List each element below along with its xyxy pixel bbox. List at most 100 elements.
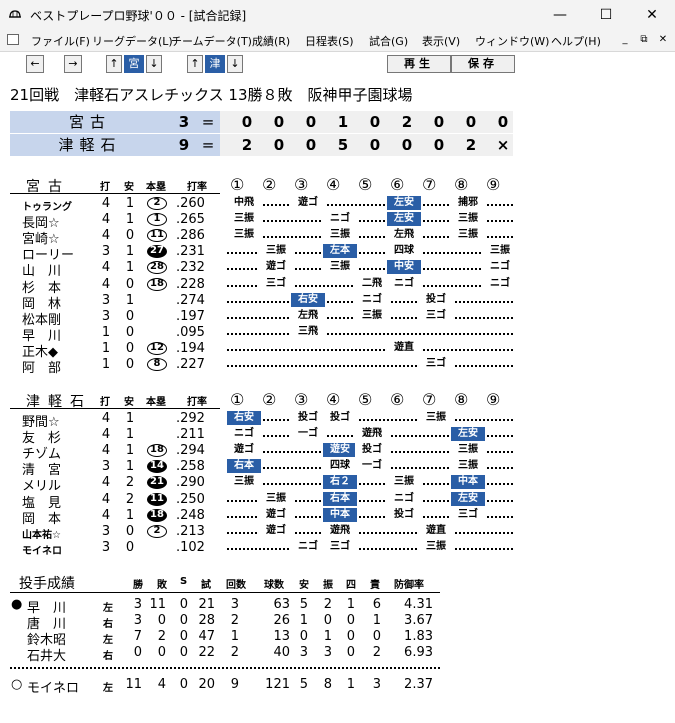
team1-up-button[interactable]: ↑ (106, 55, 122, 73)
at-bat-result: 三飛 (291, 324, 325, 339)
team2-down-button[interactable]: ↓ (227, 55, 243, 73)
at-bat-result: 三ゴ (451, 507, 485, 522)
inning-number: ⑧ (454, 175, 469, 194)
player-at-bats: 3 (101, 244, 111, 260)
document-icon[interactable] (7, 34, 19, 45)
player-hits: 1 (125, 212, 135, 228)
player-name: 阿 部 (22, 361, 62, 376)
baseball-cap-icon (9, 10, 21, 18)
player-hits: 0 (125, 340, 135, 356)
header-at-bats: 打 (100, 182, 110, 193)
pitching-header: 振 (323, 580, 333, 591)
menu-schedule[interactable]: 日程表(S) (305, 33, 354, 49)
inning-score: 1 (337, 113, 349, 131)
player-home-runs: 18 (147, 508, 167, 522)
next-game-button[interactable]: → (64, 55, 82, 73)
at-bat-result: 左安 (387, 196, 421, 210)
at-bat-result: 三ゴ (323, 539, 357, 554)
player-row: 松本剛 3 0.197 左飛 三振 三ゴ (0, 308, 675, 328)
at-bat-result: 投ゴ (355, 443, 389, 458)
player-hits: 1 (125, 244, 135, 260)
player-row: 岡 本 4 1 18.248 遊ゴ 中本 投ゴ 三ゴ (0, 507, 675, 527)
at-bat-result: 遊ゴ (259, 260, 293, 275)
scoreboard-team-name: 宮古 (68, 113, 111, 131)
inning-score: 5 (337, 136, 349, 154)
at-bat-result: 三ゴ (419, 357, 453, 371)
team1-select-button[interactable]: 宮 (124, 55, 144, 73)
player-at-bats: 4 (101, 411, 111, 426)
header-divider (10, 193, 220, 194)
player-hits: 2 (125, 475, 135, 491)
player-home-runs: 18 (147, 277, 167, 291)
play-button[interactable]: 再生 (387, 55, 451, 73)
at-bat-result: 三振 (323, 228, 357, 243)
at-bat-result: 三振 (323, 260, 357, 275)
player-at-bats: 3 (101, 523, 111, 539)
scoreboard-equals: = (201, 136, 215, 154)
inning-number: ① (230, 390, 245, 409)
player-at-bats: 4 (101, 491, 111, 507)
player-at-bats: 4 (101, 475, 111, 491)
menu-view[interactable]: 表示(V) (422, 33, 460, 49)
save-button[interactable]: 保存 (451, 55, 515, 73)
player-home-runs: 2 (147, 524, 167, 538)
at-bat-result: 捕邪 (451, 196, 485, 210)
player-name: モイネロ (22, 545, 62, 557)
minimize-button[interactable]: — (537, 0, 583, 30)
at-bat-result: 三振 (387, 475, 421, 490)
player-average: .211 (176, 427, 205, 443)
header-home-runs: 本塁 (146, 397, 166, 408)
pitcher-stat-era: 6.93 (404, 645, 433, 660)
at-bat-result: 遊ゴ (291, 196, 325, 210)
pitcher-row: 石井大右 0 0 0 22 2 40 3 3 0 2 6.93 (0, 645, 675, 664)
team2-select-button[interactable]: 津 (205, 55, 225, 73)
menu-help[interactable]: ヘルプ(H) (551, 33, 601, 49)
player-average: .102 (176, 539, 205, 555)
player-hits: 1 (125, 459, 135, 475)
at-bat-result: 左安 (451, 491, 485, 506)
player-hits: 1 (125, 292, 135, 308)
team2-up-button[interactable]: ↑ (187, 55, 203, 73)
inning-score: 0 (433, 136, 445, 154)
at-bat-result: 右本 (227, 459, 261, 474)
player-home-runs: 14 (147, 460, 167, 474)
player-average: .258 (176, 459, 205, 475)
window-title: ベストプレープロ野球'００ - [試合記録] (30, 9, 247, 23)
mdi-restore-button[interactable]: ⧉ (636, 33, 652, 48)
inning-score: 0 (369, 113, 381, 131)
team1-down-button[interactable]: ↓ (146, 55, 162, 73)
header-home-runs: 本塁 (146, 182, 166, 193)
at-bat-result: 三振 (355, 308, 389, 323)
pitching-header: 敗 (157, 580, 167, 591)
menu-league-data[interactable]: リーグデータ(L) (92, 33, 173, 49)
mdi-close-button[interactable]: ✕ (655, 33, 671, 48)
menu-stats[interactable]: 成績(R) (252, 33, 290, 49)
header-hits: 安 (124, 182, 134, 193)
header-divider (10, 408, 220, 409)
mdi-minimize-button[interactable]: _ (617, 33, 633, 48)
scoreboard-team-name: 津軽石 (58, 136, 122, 154)
prev-game-button[interactable]: ← (26, 55, 44, 73)
close-button[interactable]: ✕ (629, 0, 675, 30)
maximize-button[interactable]: ☐ (583, 0, 629, 30)
menu-team-data[interactable]: チームデータ(T) (171, 33, 252, 49)
at-bat-result: 投ゴ (387, 507, 421, 522)
menu-window[interactable]: ウィンドウ(W) (475, 33, 549, 49)
menu-file[interactable]: ファイル(F) (31, 33, 90, 49)
player-row: モイネロ 3 0 .102 ニゴ 三ゴ 三振 (0, 539, 675, 557)
player-at-bats: 1 (101, 357, 111, 372)
player-home-runs: 11 (147, 492, 167, 506)
player-home-runs: 18 (147, 444, 167, 458)
header-hits: 安 (124, 397, 134, 408)
inning-score: 0 (305, 113, 317, 131)
inning-number: ⑨ (486, 175, 501, 194)
player-at-bats: 4 (101, 260, 111, 276)
at-bat-result: 中本 (451, 475, 485, 490)
player-average: .292 (176, 411, 205, 426)
menu-game[interactable]: 試合(G) (369, 33, 408, 49)
at-bat-connector (227, 365, 513, 367)
player-at-bats: 3 (101, 459, 111, 475)
inning-score: 0 (465, 113, 477, 131)
inning-number: ④ (326, 390, 341, 409)
player-hits: 0 (125, 276, 135, 292)
